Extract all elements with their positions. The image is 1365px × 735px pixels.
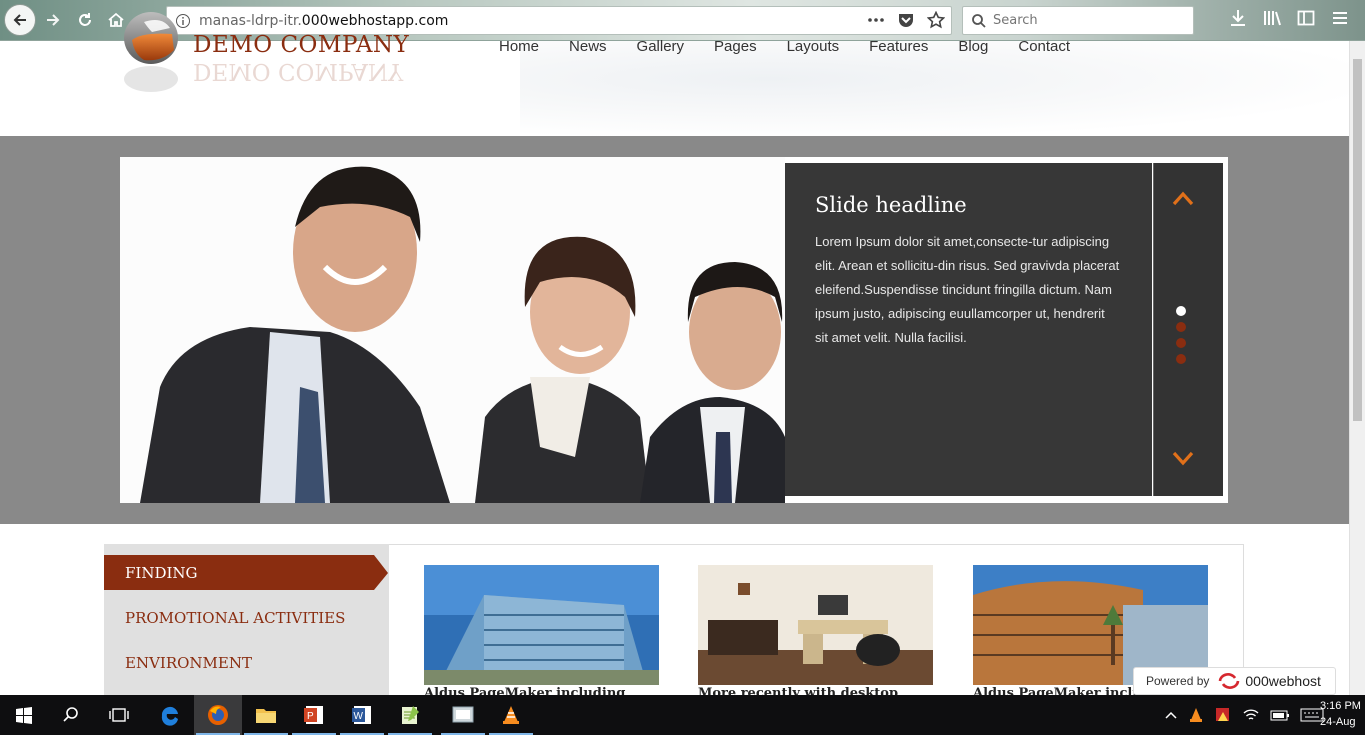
arrow-right-icon — [47, 14, 60, 26]
folder-icon — [256, 709, 276, 723]
nav-pages[interactable]: Pages — [699, 38, 772, 55]
clock-time: 3:16 PM — [1320, 700, 1361, 712]
search-input[interactable] — [993, 13, 1183, 28]
taskbar-powerpoint[interactable]: P — [290, 695, 338, 735]
nav-blog[interactable]: Blog — [943, 38, 1003, 55]
svg-text:W: W — [354, 711, 364, 722]
back-button[interactable] — [4, 4, 36, 36]
slide-dot-4[interactable] — [1176, 354, 1186, 364]
slide-dot-1[interactable] — [1176, 306, 1186, 316]
downloads-icon[interactable] — [1228, 8, 1248, 28]
taskbar-vlc[interactable] — [487, 695, 535, 735]
taskbar-firefox[interactable] — [194, 695, 242, 735]
address-bar[interactable]: manas-ldrp-itr.000webhostapp.com — [166, 6, 952, 35]
sidebar-item-finding[interactable]: FINDING — [104, 556, 198, 590]
thumbnail-office-interior[interactable] — [698, 565, 933, 685]
powered-by-badge[interactable]: Powered by 000webhost — [1133, 667, 1336, 695]
url-text: manas-ldrp-itr.000webhostapp.com — [199, 13, 448, 29]
nav-features[interactable]: Features — [854, 38, 943, 55]
reload-icon — [79, 13, 91, 26]
slide-dot-2[interactable] — [1176, 322, 1186, 332]
vlc-icon — [503, 706, 519, 724]
start-button[interactable] — [0, 695, 48, 735]
slide-dot-3[interactable] — [1176, 338, 1186, 348]
arrow-left-icon — [13, 14, 26, 26]
powerpoint-icon: P — [304, 706, 323, 724]
reload-button[interactable] — [70, 5, 100, 35]
sidebar-toggle-icon[interactable] — [1296, 8, 1316, 28]
slide-headline: Slide headline — [815, 193, 967, 217]
url-domain: 000webhostapp.com — [301, 12, 449, 29]
notepad-icon — [402, 706, 419, 724]
search-taskbar-button[interactable] — [47, 695, 95, 735]
system-tray — [1164, 695, 1324, 735]
main-navigation: Home News Gallery Pages Layouts Features… — [484, 38, 1085, 55]
brand-name-reflection: DEMO COMPANY — [193, 58, 404, 84]
edge-icon — [161, 706, 178, 726]
slide-body: Lorem Ipsum dolor sit amet,consecte-tur … — [815, 234, 1120, 345]
more-actions-icon[interactable] — [867, 13, 885, 27]
search-icon — [972, 13, 986, 28]
nav-gallery[interactable]: Gallery — [622, 38, 700, 55]
wifi-icon[interactable] — [1242, 707, 1260, 723]
windows-logo-icon — [16, 707, 32, 724]
pocket-icon[interactable] — [897, 11, 915, 29]
webhost-logo-icon — [1219, 673, 1240, 689]
slide-caption: Slide headline Lorem Ipsum dolor sit ame… — [785, 163, 1152, 496]
taskbar-notepad[interactable] — [386, 695, 434, 735]
business-team-photo — [140, 166, 785, 503]
powered-by-label: Powered by — [1146, 674, 1210, 688]
slide-up-arrow-icon[interactable] — [1172, 190, 1194, 206]
library-icon[interactable] — [1262, 8, 1282, 28]
nav-layouts[interactable]: Layouts — [772, 38, 855, 55]
slide-controls — [1153, 163, 1223, 496]
security-warning-icon[interactable] — [1214, 706, 1232, 724]
office-building-image — [424, 565, 659, 685]
taskbar-word[interactable]: W — [338, 695, 386, 735]
powered-by-brand: 000webhost — [1245, 673, 1321, 689]
taskbar-edge[interactable] — [146, 695, 194, 735]
clock-date: 24-Aug — [1320, 716, 1356, 728]
firefox-icon — [208, 705, 228, 725]
company-logo-reflection — [124, 66, 178, 92]
forward-button[interactable] — [38, 5, 68, 35]
taskbar-file-explorer[interactable] — [242, 695, 290, 735]
menu-icon[interactable] — [1330, 8, 1350, 28]
scrollbar-thumb[interactable] — [1353, 59, 1362, 421]
slide-down-arrow-icon[interactable] — [1172, 451, 1194, 467]
sidebar-item-promotional-activities[interactable]: PROMOTIONAL ACTIVITIES — [104, 601, 345, 635]
window-app-icon — [452, 706, 474, 723]
word-icon: W — [352, 706, 371, 724]
slide-image — [120, 157, 785, 503]
nav-contact[interactable]: Contact — [1003, 38, 1085, 55]
category-sidebar: FINDING PROMOTIONAL ACTIVITIES ENVIRONME… — [104, 544, 389, 704]
taskbar-clock[interactable]: 3:16 PM 24-Aug — [1320, 698, 1361, 730]
task-view-icon — [109, 708, 129, 722]
url-prefix: manas-ldrp-itr. — [199, 12, 302, 29]
office-interior-image — [698, 565, 933, 685]
page-scrollbar[interactable] — [1349, 41, 1365, 695]
brand-name[interactable]: DEMO COMPANY — [193, 32, 409, 58]
svg-text:P: P — [307, 711, 314, 722]
taskbar-app-window[interactable] — [439, 695, 487, 735]
battery-icon[interactable] — [1270, 708, 1290, 722]
task-view-button[interactable] — [95, 695, 143, 735]
search-bar[interactable] — [962, 6, 1194, 35]
windows-taskbar: P W 3:16 PM 24-Aug — [0, 695, 1365, 735]
nav-home[interactable]: Home — [484, 38, 554, 55]
tray-chevron-up-icon[interactable] — [1164, 708, 1178, 722]
thumbnail-office-building[interactable] — [424, 565, 659, 685]
company-logo-icon[interactable] — [122, 10, 180, 66]
world-map-background — [520, 41, 1349, 136]
search-icon — [63, 707, 78, 722]
bookmark-star-icon[interactable] — [927, 11, 945, 29]
vlc-tray-icon[interactable] — [1188, 707, 1204, 723]
sidebar-item-environment[interactable]: ENVIRONMENT — [104, 646, 252, 680]
nav-news[interactable]: News — [554, 38, 622, 55]
